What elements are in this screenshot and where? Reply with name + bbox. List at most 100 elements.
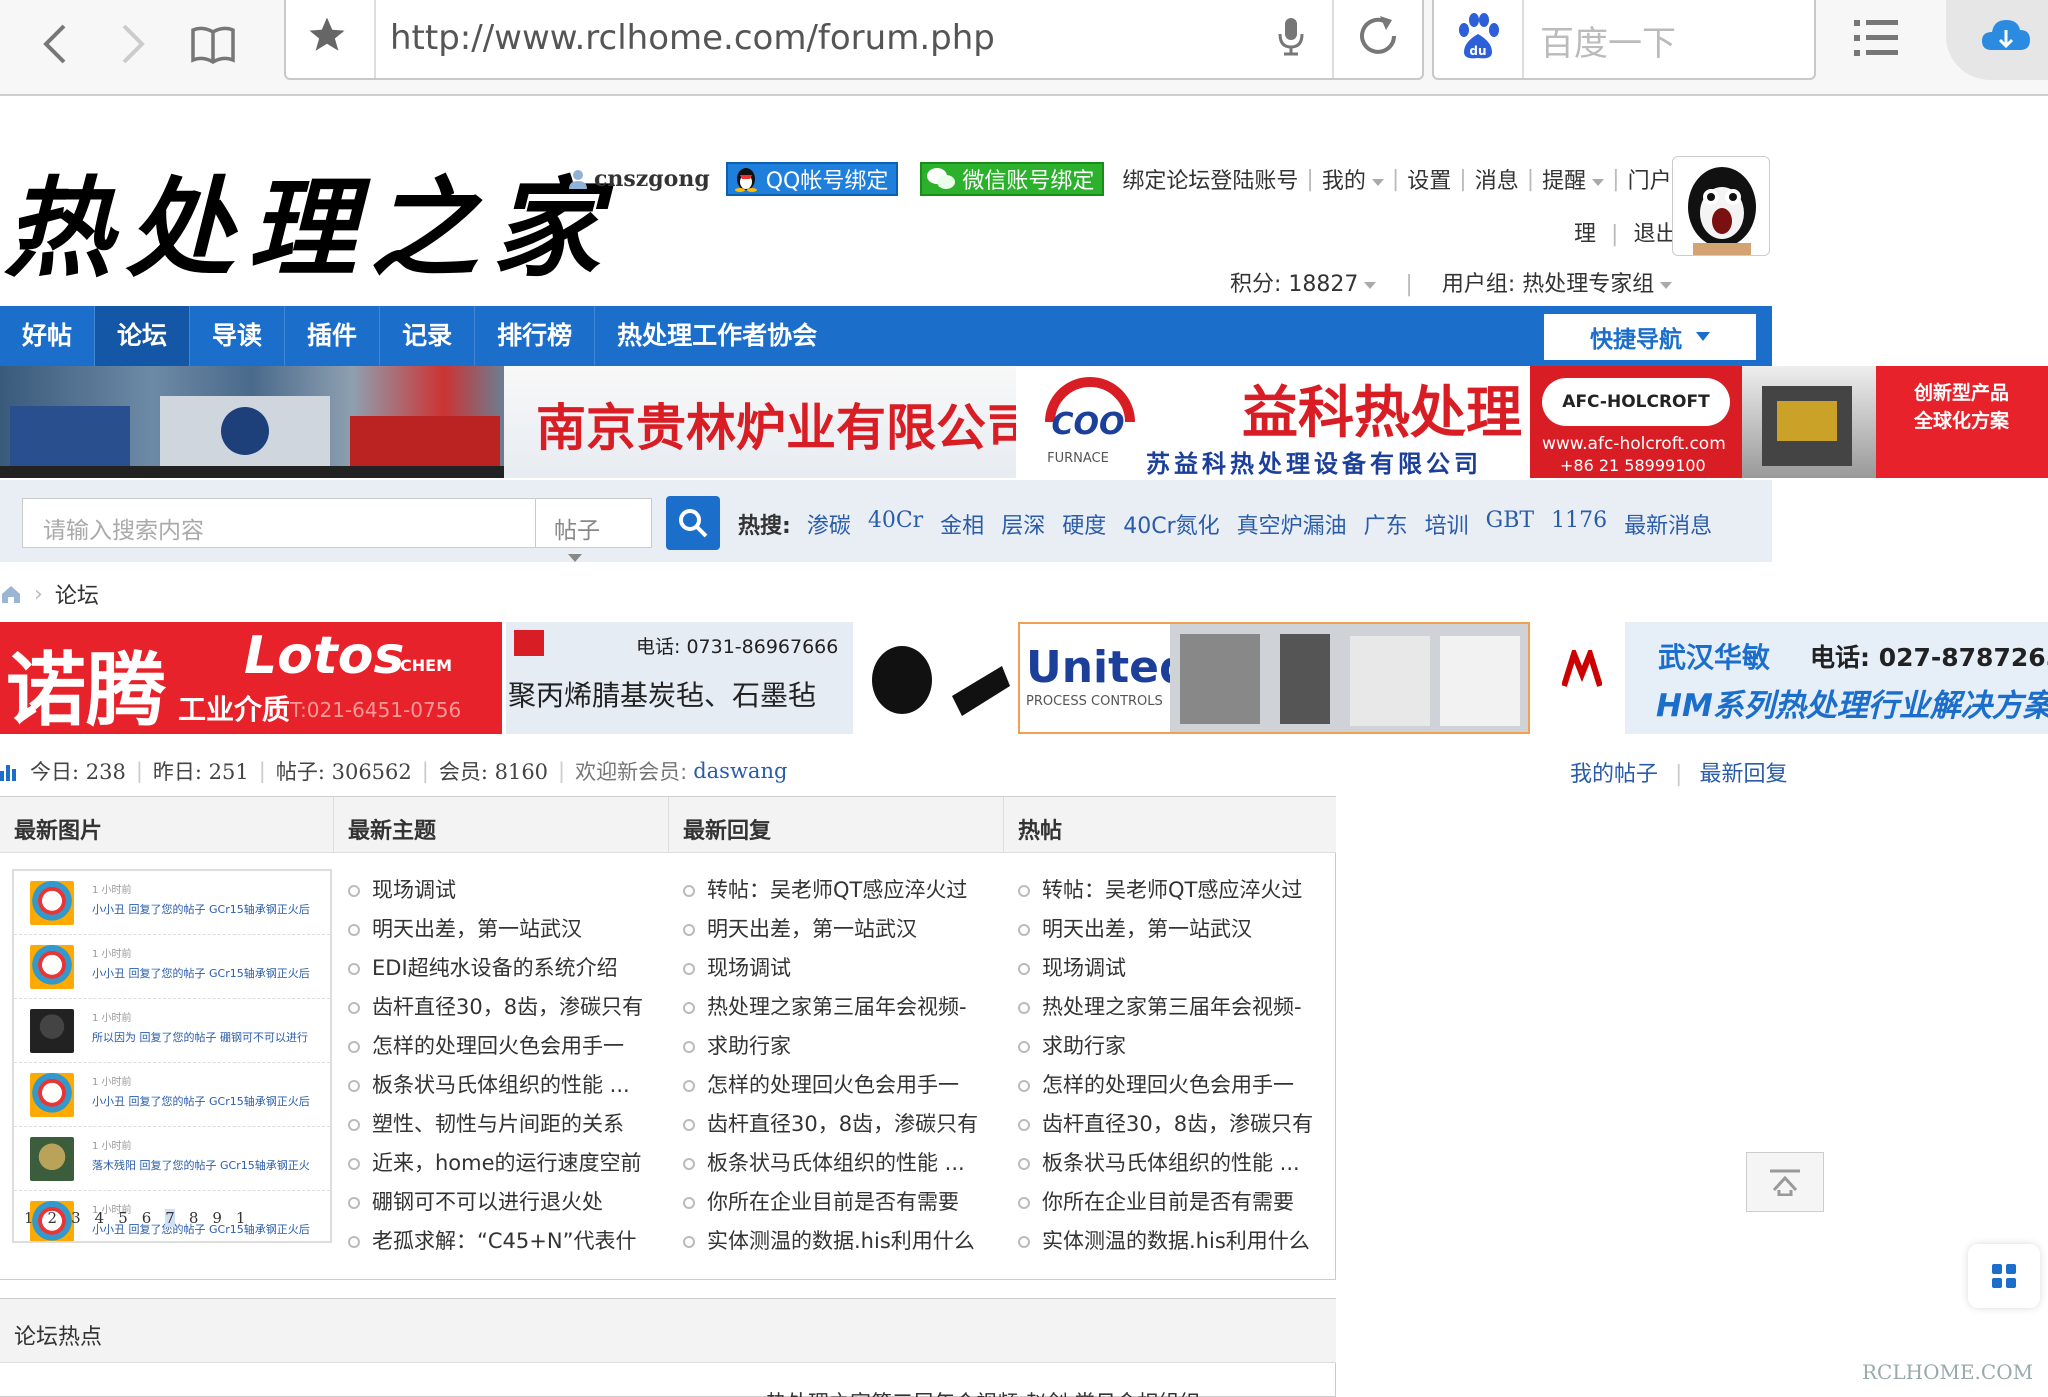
menu-list-icon[interactable] [1852, 16, 1900, 64]
list-item[interactable]: 1 小时前 所以因为 回复了您的帖子 硼钢可不可以进行 [14, 999, 330, 1063]
list-item[interactable]: 转帖：吴老师QT感应淬火过 [1018, 871, 1328, 910]
wechat-bind-button[interactable]: 微信账号绑定 [920, 162, 1105, 196]
banner-bosilong[interactable]: 电话: 0731-86967666 聚丙烯腈基炭毡、石墨毡 [506, 622, 1016, 734]
list-item[interactable]: 明天出差，第一站武汉 [348, 910, 658, 949]
nav-item-records[interactable]: 记录 [380, 306, 476, 366]
list-item[interactable]: 热处理之家第三届年会视频- [683, 988, 993, 1027]
list-item[interactable]: 板条状马氏体组织的性能 ... [1018, 1144, 1328, 1183]
hot-keyword[interactable]: 层深 [1001, 508, 1045, 540]
hot-keyword[interactable]: 1176 [1551, 508, 1607, 540]
hot-keyword[interactable]: 渗碳 [807, 508, 851, 540]
search-type-select[interactable]: 帖子 [536, 498, 652, 562]
points-menu[interactable]: 积分: 18827 [1230, 272, 1377, 297]
pager-page[interactable]: 6 [142, 1209, 152, 1227]
banner-guilin[interactable]: 南京贵林炉业有限公司 [504, 366, 1016, 478]
pager-page[interactable]: 7 [165, 1209, 175, 1227]
user-group-menu[interactable]: 用户组: 热处理专家组 [1442, 272, 1673, 297]
list-item[interactable]: 齿杆直径30，8齿，渗碳只有 [683, 1105, 993, 1144]
logout-link[interactable]: 退出 [1633, 222, 1677, 247]
list-item[interactable]: 齿杆直径30，8齿，渗碳只有 [348, 988, 658, 1027]
mine-menu[interactable]: 我的 [1322, 163, 1384, 195]
list-item[interactable]: 实体测温的数据.his利用什么 [683, 1222, 993, 1261]
search-button[interactable] [666, 496, 720, 550]
latest-images-slider[interactable]: 1 小时前 小小丑 回复了您的帖子 GCr15轴承钢正火后 1 小时前 小小丑 回复… [12, 869, 332, 1243]
url-text[interactable]: http://www.rclhome.com/forum.php [390, 18, 995, 58]
cloud-sync-button[interactable] [1946, 0, 2048, 80]
apps-button[interactable] [1968, 1244, 2040, 1308]
list-item[interactable]: 实体测温的数据.his利用什么 [1018, 1222, 1328, 1261]
list-item[interactable]: 老孤求解：“C45+N”代表什 [348, 1222, 658, 1261]
list-item[interactable]: 1 小时前 小小丑 回复了您的帖子 GCr15轴承钢正火后 [14, 1063, 330, 1127]
latest-replies-link[interactable]: 最新回复 [1699, 762, 1787, 787]
hot-keyword[interactable]: 40Cr [868, 508, 923, 540]
pager-page[interactable]: 3 [71, 1209, 81, 1227]
back-button[interactable] [22, 14, 88, 74]
list-item[interactable]: 板条状马氏体组织的性能 ... [683, 1144, 993, 1183]
list-item[interactable]: 塑性、韧性与片间距的关系 [348, 1105, 658, 1144]
list-item[interactable]: 你所在企业目前是否有需要 [683, 1183, 993, 1222]
list-item[interactable]: 现场调试 [348, 871, 658, 910]
nav-item-association[interactable]: 热处理工作者协会 [595, 306, 839, 366]
hot-keyword[interactable]: 硬度 [1062, 508, 1106, 540]
nav-item-rankings[interactable]: 排行榜 [475, 306, 596, 366]
reminders-menu[interactable]: 提醒 [1542, 163, 1605, 195]
banner-innovation[interactable]: 创新型产品 全球化方案 [1876, 366, 2048, 478]
hot-keyword[interactable]: 培训 [1425, 508, 1469, 540]
list-item[interactable]: 转帖：吴老师QT感应淬火过 [683, 871, 993, 910]
list-item[interactable]: EDI超纯水设备的系统介绍 [348, 949, 658, 988]
list-item[interactable]: 近来，home的运行速度空前 [348, 1144, 658, 1183]
new-member-link[interactable]: daswang [693, 759, 787, 783]
nav-item-plugins[interactable]: 插件 [285, 306, 381, 366]
site-search-input[interactable]: 请输入搜索内容 [22, 498, 536, 548]
list-item[interactable]: 现场调试 [1018, 949, 1328, 988]
forward-button[interactable] [100, 14, 166, 74]
pager-page[interactable]: 1 [236, 1209, 246, 1227]
bind-login-link[interactable]: 绑定论坛登陆账号 [1122, 163, 1298, 195]
banner-yike[interactable]: COO FURNACE 益科热处理 苏益科热处理设备有限公司 [1016, 366, 1530, 478]
quick-nav-button[interactable]: 快捷导航 [1544, 314, 1756, 360]
messages-link[interactable]: 消息 [1475, 163, 1519, 195]
pager-page[interactable]: 5 [118, 1209, 128, 1227]
breadcrumb-current[interactable]: 论坛 [55, 578, 99, 610]
list-item[interactable]: 1 小时前 小小丑 回复了您的帖子 GCr15轴承钢正火后 [14, 935, 330, 999]
list-item[interactable]: 明天出差，第一站武汉 [683, 910, 993, 949]
address-bar[interactable]: http://www.rclhome.com/forum.php [284, 0, 1424, 80]
list-item[interactable]: 1 小时前 落木残阳 回复了您的帖子 GCr15轴承钢正火 [14, 1127, 330, 1191]
user-avatar[interactable] [1672, 156, 1770, 256]
star-icon[interactable] [306, 14, 348, 60]
list-item[interactable]: 怎样的处理回火色会用手一 [1018, 1066, 1328, 1105]
hot-keyword[interactable]: 金相 [940, 508, 984, 540]
banner-huamin[interactable]: 武汉华敏 电话: 027-87872653 HM系列热处理行业解决方案 [1532, 622, 2048, 734]
home-icon[interactable] [0, 583, 22, 605]
microphone-icon[interactable] [1276, 14, 1306, 62]
list-item[interactable]: 现场调试 [683, 949, 993, 988]
banner-machine-image[interactable] [1742, 366, 1876, 478]
pager-page[interactable]: 9 [212, 1209, 222, 1227]
pager-page[interactable]: 8 [189, 1209, 199, 1227]
list-item[interactable]: 求助行家 [683, 1027, 993, 1066]
list-item[interactable]: 你所在企业目前是否有需要 [1018, 1183, 1328, 1222]
list-item[interactable]: 明天出差，第一站武汉 [1018, 910, 1328, 949]
reload-icon[interactable] [1354, 12, 1402, 64]
list-item[interactable]: 硼钢可不可以进行退火处 [348, 1183, 658, 1222]
hot-keyword[interactable]: GBT [1486, 508, 1534, 540]
pager-page[interactable]: 2 [48, 1209, 58, 1227]
list-item[interactable]: 热处理之家第三届年会视频- [1018, 988, 1328, 1027]
list-item[interactable]: 1 小时前 小小丑 回复了您的帖子 GCr15轴承钢正火后 [14, 871, 330, 935]
pager-page[interactable]: 4 [95, 1209, 105, 1227]
back-to-top-button[interactable] [1746, 1152, 1824, 1212]
list-item[interactable]: 怎样的处理回火色会用手一 [683, 1066, 993, 1105]
hot-keyword[interactable]: 真空炉漏油 [1237, 508, 1347, 540]
hot-keyword[interactable]: 40Cr氮化 [1123, 508, 1219, 540]
list-item[interactable]: 求助行家 [1018, 1027, 1328, 1066]
qq-bind-button[interactable]: QQ帐号绑定 [725, 162, 899, 196]
pager-page[interactable]: 1 [24, 1209, 34, 1227]
nav-item-guide[interactable]: 导读 [190, 306, 286, 366]
nav-item-forum[interactable]: 论坛 [95, 306, 191, 366]
banner-nuoteng[interactable]: 诺腾 工业介质 Lotos CHEM T:021-6451-0756 [0, 622, 502, 734]
portal-admin-link-cont[interactable]: 理 [1574, 222, 1596, 247]
baidu-search-box[interactable]: du 百度一下 [1432, 0, 1816, 80]
site-logo[interactable]: 热处理之家 [0, 128, 600, 292]
banner-factory[interactable] [0, 366, 504, 478]
hot-keyword[interactable]: 广东 [1364, 508, 1408, 540]
